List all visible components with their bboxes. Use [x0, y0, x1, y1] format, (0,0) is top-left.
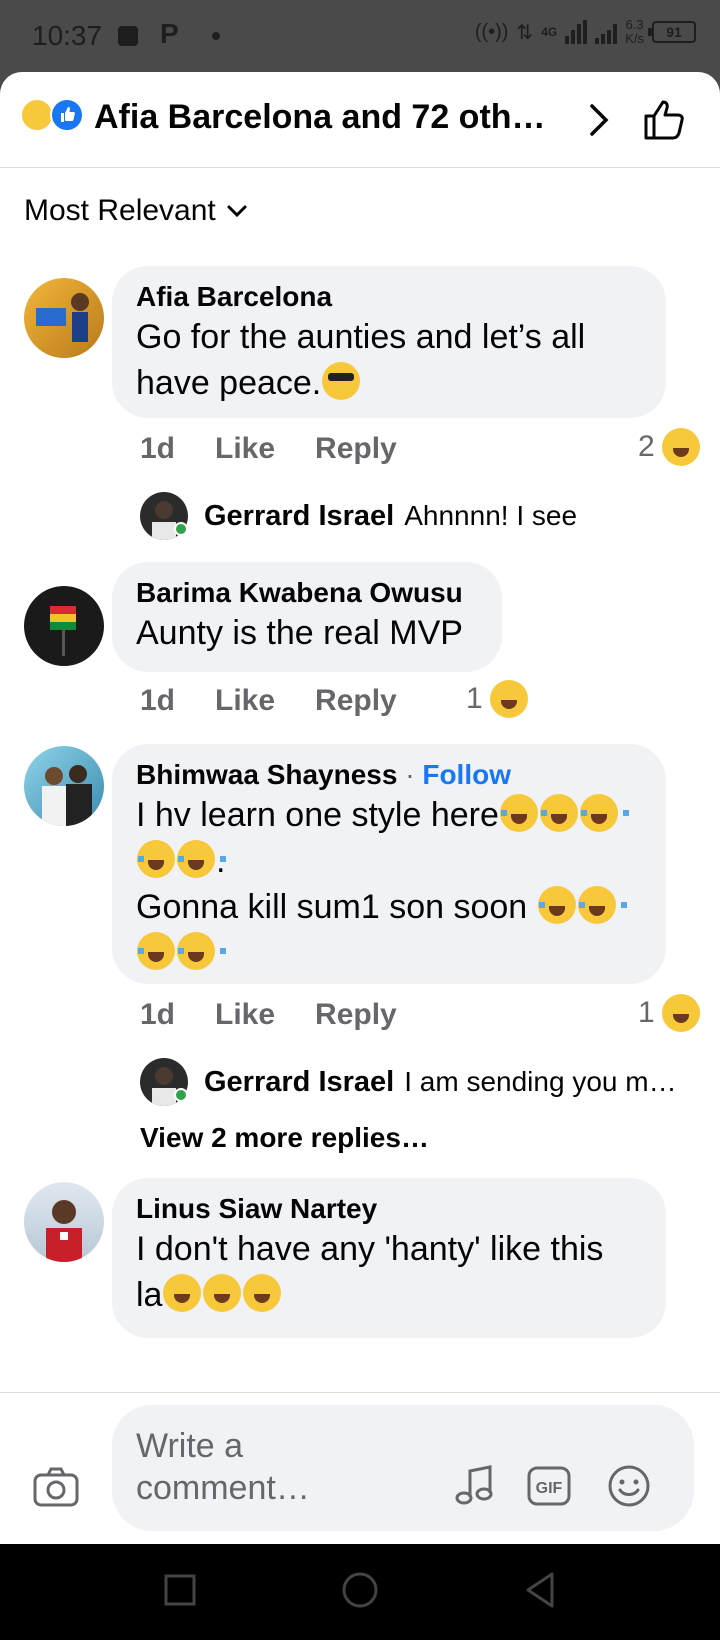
status-indicators: ((•)) ⇅ 4G 6.3 K/s 91	[475, 18, 696, 46]
comment-time: 1d	[140, 684, 176, 717]
data-arrows-icon: ⇅	[516, 21, 534, 44]
chevron-down-icon	[227, 205, 247, 218]
reactions-summary[interactable]: Afia Barcelona and 72 oth…	[94, 98, 554, 137]
laugh-emoji-icon	[661, 428, 700, 466]
comment-text: I hv learn one style here . Gonna kill s…	[136, 792, 642, 976]
laugh-emoji-icon	[203, 1274, 242, 1312]
comment-time: 1d	[140, 998, 176, 1031]
like-button[interactable]: Like	[215, 684, 275, 718]
gif-icon[interactable]: GIF	[526, 1463, 572, 1509]
comment-time: 1d	[140, 432, 176, 465]
reaction-count[interactable]: 2	[638, 428, 701, 466]
avatar[interactable]	[24, 278, 104, 358]
comment-text: I don't have any 'hanty' like this la	[136, 1230, 604, 1314]
comment-actions: 1d Like Reply	[140, 998, 397, 1032]
signal-icon	[565, 20, 588, 44]
follow-button[interactable]: Follow	[422, 759, 511, 790]
like-button[interactable]: Like	[215, 998, 275, 1032]
comment-bubble[interactable]: Barima Kwabena Owusu Aunty is the real M…	[112, 562, 502, 672]
tears-of-joy-emoji-icon	[177, 932, 226, 970]
recent-apps-icon[interactable]	[160, 1570, 200, 1610]
reply-button[interactable]: Reply	[315, 998, 397, 1032]
network-type: 4G	[541, 25, 558, 39]
comment-text: Go for the aunties and let’s all have pea…	[136, 318, 586, 402]
avatar[interactable]	[24, 746, 104, 826]
camera-icon[interactable]	[32, 1463, 80, 1511]
online-indicator-icon	[174, 522, 188, 536]
comments-sheet: Afia Barcelona and 72 oth… Most Relevant…	[0, 72, 720, 1544]
avatar[interactable]	[24, 586, 104, 666]
tears-of-joy-emoji-icon	[137, 840, 186, 878]
laugh-emoji-icon	[243, 1274, 282, 1312]
home-icon[interactable]	[340, 1570, 380, 1610]
reply-button[interactable]: Reply	[315, 684, 397, 718]
comment-actions: 1d Like Reply	[140, 684, 397, 718]
tears-of-joy-emoji-icon	[137, 932, 186, 970]
more-notifications-icon	[212, 32, 220, 40]
status-time: 10:37	[32, 20, 103, 51]
laugh-emoji-icon	[163, 1274, 202, 1312]
online-indicator-icon	[174, 1088, 188, 1102]
comment-author[interactable]: Afia Barcelona	[136, 280, 642, 314]
comment-author[interactable]: Barima Kwabena Owusu	[136, 576, 478, 610]
thumbs-up-icon[interactable]	[642, 96, 688, 142]
laugh-emoji-icon	[489, 680, 528, 718]
parking-notification-icon: P	[160, 18, 179, 49]
reply-preview[interactable]: Gerrard Israel I am sending you m…	[140, 1058, 677, 1106]
reactions-header[interactable]: Afia Barcelona and 72 oth…	[0, 72, 720, 168]
tears-of-joy-emoji-icon	[499, 794, 549, 832]
reply-text: I am sending you m…	[404, 1066, 677, 1097]
comment-input[interactable]: Write a comment… GIF	[112, 1405, 694, 1531]
comment-author: Bhimwaa Shayness · Follow	[136, 759, 511, 790]
reaction-count[interactable]: 1	[638, 994, 701, 1032]
signal-2-icon	[595, 20, 618, 44]
hotspot-icon: ((•))	[474, 20, 509, 43]
sort-dropdown[interactable]: Most Relevant	[24, 194, 248, 228]
chevron-right-icon[interactable]	[582, 102, 614, 138]
comment-bubble[interactable]: Bhimwaa Shayness · Follow I hv learn one…	[112, 744, 666, 984]
comment-author-name[interactable]: Bhimwaa Shayness	[136, 759, 397, 790]
tears-of-joy-emoji-icon	[577, 886, 627, 924]
comment-bubble[interactable]: Afia Barcelona Go for the aunties and le…	[112, 266, 666, 418]
tears-of-joy-emoji-icon	[539, 794, 589, 832]
sort-label: Most Relevant	[24, 194, 216, 227]
reply-author[interactable]: Gerrard Israel	[204, 1066, 394, 1099]
avatar[interactable]	[24, 1182, 104, 1262]
back-icon[interactable]	[520, 1570, 560, 1610]
reply-button[interactable]: Reply	[315, 432, 397, 466]
network-speed: 6.3 K/s	[625, 17, 644, 46]
reply-author[interactable]: Gerrard Israel	[204, 500, 394, 533]
tears-of-joy-emoji-icon	[579, 794, 629, 832]
comment-placeholder: Write a comment…	[136, 1427, 310, 1507]
laugh-emoji-icon	[20, 98, 54, 132]
view-more-replies-link[interactable]: View 2 more replies…	[140, 1122, 429, 1154]
reply-preview[interactable]: Gerrard Israel Ahnnnn! I see	[140, 492, 577, 540]
battery-icon: 91	[648, 21, 696, 43]
comment-composer: Write a comment… GIF	[0, 1392, 720, 1544]
reply-text: Ahnnnn! I see	[404, 500, 578, 531]
sunglasses-emoji-icon	[322, 362, 361, 400]
like-button[interactable]: Like	[215, 432, 275, 466]
like-reaction-icon	[50, 98, 84, 132]
comment-actions: 1d Like Reply	[140, 432, 397, 466]
system-nav-bar	[0, 1544, 720, 1640]
notification-icon	[118, 26, 138, 46]
status-bar: 10:37 P ((•)) ⇅ 4G 6.3 K/s 91	[0, 0, 720, 72]
svg-text:GIF: GIF	[536, 1480, 563, 1497]
comment-author[interactable]: Linus Siaw Nartey	[136, 1192, 642, 1226]
comment-bubble[interactable]: Linus Siaw Nartey I don't have any 'hant…	[112, 1178, 666, 1338]
tears-of-joy-emoji-icon	[177, 840, 226, 878]
tears-of-joy-emoji-icon	[537, 886, 587, 924]
comment-text: Aunty is the real MVP	[136, 614, 463, 652]
laugh-emoji-icon	[661, 994, 700, 1032]
emoji-icon[interactable]	[606, 1463, 652, 1509]
music-note-icon[interactable]	[452, 1463, 498, 1509]
reaction-count[interactable]: 1	[466, 680, 529, 718]
